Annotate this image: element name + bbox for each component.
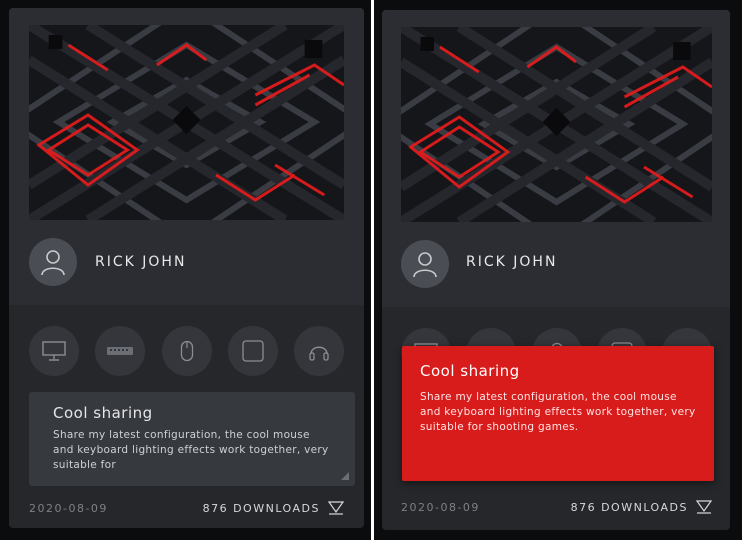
download-icon	[696, 500, 712, 514]
user-icon	[41, 250, 65, 276]
keyboard-icon[interactable]	[95, 326, 146, 376]
card-footer: 2020-08-09 876 DOWNLOADS	[401, 500, 712, 514]
monitor-icon[interactable]	[29, 326, 79, 376]
username[interactable]: RICK JOHN	[95, 254, 186, 270]
config-share-card[interactable]: RICK JOHN Cool sharing Share my latest c…	[9, 8, 364, 528]
description-box-expanded[interactable]: Cool sharing Share my latest configurati…	[402, 346, 714, 481]
download-button[interactable]: 876 DOWNLOADS	[571, 500, 712, 514]
description-title: Cool sharing	[53, 404, 153, 422]
wallpaper-thumbnail[interactable]	[401, 27, 712, 222]
description-text: Share my latest configuration, the cool …	[420, 391, 696, 433]
mousepad-icon[interactable]	[227, 326, 278, 376]
description-title: Cool sharing	[420, 362, 520, 380]
download-count: 876 DOWNLOADS	[202, 501, 320, 515]
mouse-icon[interactable]	[161, 326, 212, 376]
card-footer: 2020-08-09 876 DOWNLOADS	[29, 501, 344, 515]
description-text: Share my latest configuration, the cool …	[53, 429, 329, 471]
download-icon	[328, 501, 344, 515]
headset-icon[interactable]	[294, 326, 344, 376]
download-count: 876 DOWNLOADS	[570, 500, 688, 514]
avatar[interactable]	[29, 238, 77, 286]
share-date: 2020-08-09	[29, 501, 108, 515]
gear-icons-row	[29, 326, 344, 378]
wallpaper-thumbnail[interactable]	[29, 25, 344, 220]
username[interactable]: RICK JOHN	[466, 254, 557, 270]
panel-divider	[371, 0, 374, 540]
share-date: 2020-08-09	[401, 500, 480, 514]
card-header-area: RICK JOHN	[9, 8, 364, 305]
user-icon	[413, 252, 437, 278]
resize-handle-icon[interactable]	[341, 472, 349, 480]
download-button[interactable]: 876 DOWNLOADS	[203, 501, 344, 515]
card-header-area: RICK JOHN	[382, 10, 730, 307]
avatar[interactable]	[401, 240, 449, 288]
description-box[interactable]: Cool sharing Share my latest configurati…	[29, 392, 355, 486]
config-share-card-hover[interactable]: RICK JOHN Cool sharing Share my latest c…	[382, 10, 730, 530]
